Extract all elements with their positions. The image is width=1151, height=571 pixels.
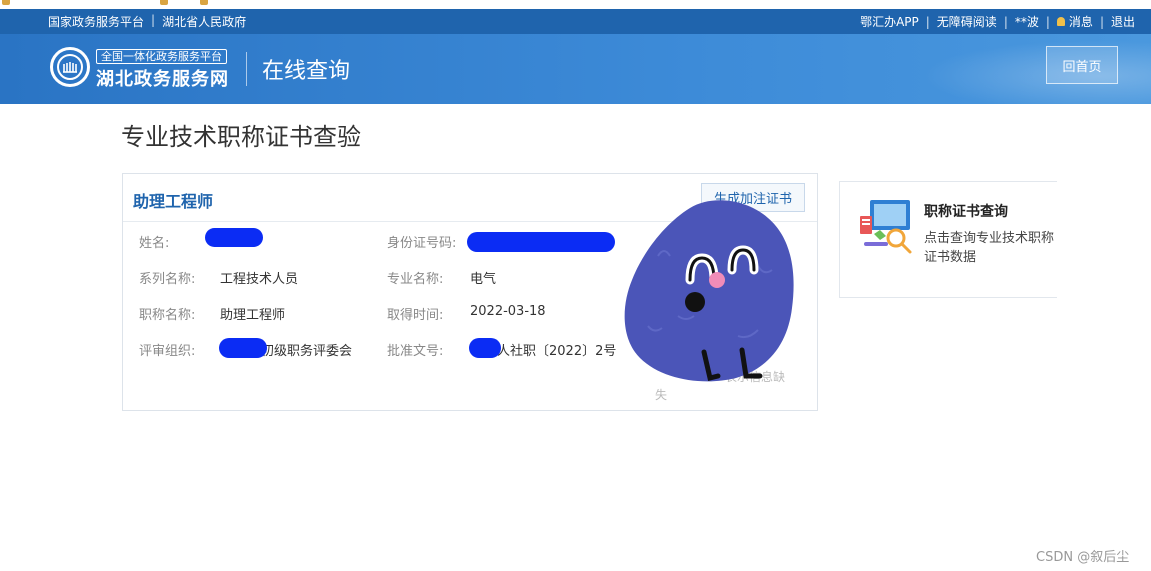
link-accessibility[interactable]: 无障碍阅读	[937, 13, 997, 30]
logo-emblem-icon[interactable]	[50, 47, 90, 87]
redaction-mark	[219, 338, 267, 358]
header-divider	[246, 52, 247, 86]
certificate-query-card[interactable]: 职称证书查询 点击查询专业技术职称证书数据	[839, 181, 1057, 298]
separator: |	[1099, 14, 1104, 29]
approval-value: 人社职〔2022〕2号	[497, 344, 617, 359]
link-messages[interactable]: 消息	[1069, 13, 1093, 30]
org-label: 评审组织:	[139, 344, 196, 359]
name-label: 姓名:	[139, 236, 170, 251]
top-nav-bar: 国家政务服务平台 | 湖北省人民政府 鄂汇办APP | 无障碍阅读 | **波 …	[0, 9, 1151, 34]
link-logout[interactable]: 退出	[1111, 13, 1135, 30]
bookmark-icon	[200, 0, 208, 5]
watermark: CSDN @叙后尘	[1036, 550, 1130, 565]
org-value: 初级职务评委会	[261, 344, 353, 359]
header-section-title: 在线查询	[262, 59, 351, 84]
certificate-search-icon	[860, 200, 912, 254]
logo-subtitle: 全国一体化政务服务平台	[96, 49, 227, 64]
separator: |	[925, 14, 930, 29]
major-value: 电气	[470, 272, 497, 287]
chime-icon	[63, 62, 77, 73]
link-hubei-government[interactable]: 湖北省人民政府	[162, 13, 246, 30]
separator: |	[151, 13, 156, 27]
redaction-mark	[467, 232, 615, 252]
home-button[interactable]: 回首页	[1046, 46, 1118, 84]
date-label: 取得时间:	[387, 308, 444, 323]
separator: |	[1045, 14, 1050, 29]
redaction-mark	[205, 228, 263, 247]
date-value: 2022-03-18	[470, 304, 546, 319]
major-label: 专业名称:	[387, 272, 444, 287]
page-title: 专业技术职称证书查验	[121, 123, 361, 151]
site-header: 全国一体化政务服务平台 湖北政务服务网 在线查询 回首页	[0, 34, 1151, 104]
series-value: 工程技术人员	[220, 272, 299, 287]
user-name[interactable]: **波	[1015, 13, 1039, 30]
redaction-mark	[469, 338, 501, 358]
side-card-title: 职称证书查询	[924, 204, 1008, 220]
card-title: 助理工程师	[133, 192, 214, 211]
side-card-description: 点击查询专业技术职称证书数据	[924, 231, 1055, 265]
approval-label: 批准文号:	[387, 344, 444, 359]
bookmark-icon	[160, 0, 168, 5]
cartoon-blob-sticker	[624, 200, 794, 382]
separator: |	[1003, 14, 1008, 29]
title-label: 职称名称:	[139, 308, 196, 323]
logo-title[interactable]: 湖北政务服务网	[96, 65, 229, 91]
link-national-platform[interactable]: 国家政务服务平台	[48, 13, 144, 30]
browser-strip	[0, 0, 1151, 9]
bell-icon	[1056, 17, 1065, 26]
link-app[interactable]: 鄂汇办APP	[860, 13, 919, 30]
series-label: 系列名称:	[139, 272, 196, 287]
title-value: 助理工程师	[220, 308, 286, 323]
id-label: 身份证号码:	[387, 236, 457, 251]
bookmark-icon	[2, 0, 10, 5]
